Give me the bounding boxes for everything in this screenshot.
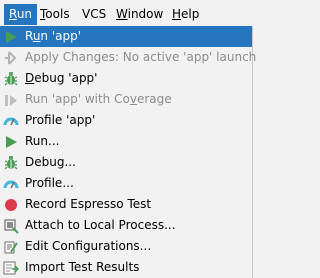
- run-play-icon: [3, 134, 19, 150]
- menu-item-debug-dialog[interactable]: Debug...: [0, 152, 252, 173]
- menu-item-edit-configurations[interactable]: Edit Configurations...: [0, 236, 252, 257]
- menu-item-label: Record Espresso Test: [25, 197, 152, 211]
- menu-item-profile-dialog[interactable]: Profile...: [0, 173, 252, 194]
- menu-tools[interactable]: Tools: [35, 4, 75, 25]
- edit-configurations-icon: [3, 239, 19, 255]
- menu-item-label: Run...: [25, 134, 60, 148]
- attach-process-icon: [3, 218, 19, 234]
- menu-item-label: Run 'app': [25, 29, 82, 43]
- apply-changes-icon: [3, 50, 19, 66]
- menu-help-mnemonic: H: [172, 7, 182, 21]
- menu-vcs-label: VCS: [82, 7, 107, 21]
- menu-item-label: Debug...: [25, 155, 76, 169]
- menu-window-mnemonic: W: [116, 7, 128, 21]
- menu-item-label: Attach to Local Process...: [25, 218, 176, 232]
- menu-window-label: indow: [127, 7, 164, 21]
- run-play-icon: [3, 29, 19, 45]
- menu-item-label: Edit Configurations...: [25, 239, 152, 253]
- menu-help[interactable]: Help: [167, 4, 204, 25]
- menu-run[interactable]: Run: [4, 4, 38, 25]
- coverage-icon: [3, 92, 19, 108]
- menu-window[interactable]: Window: [111, 4, 168, 25]
- menu-help-label: elp: [181, 7, 200, 21]
- menu-item-run-with-coverage[interactable]: Run 'app' with Coverage: [0, 89, 252, 110]
- menu-item-record-espresso-test[interactable]: Record Espresso Test: [0, 194, 252, 215]
- menu-item-attach-local-process[interactable]: Attach to Local Process...: [0, 215, 252, 236]
- menu-run-mnemonic: R: [9, 7, 17, 21]
- menu-item-run-app[interactable]: Run 'app': [0, 26, 252, 47]
- run-menu-dropdown: Run 'app' Apply Changes: No active 'app'…: [0, 26, 256, 278]
- menu-vcs[interactable]: VCS: [77, 4, 111, 25]
- profiler-gauge-icon: [3, 176, 19, 192]
- menu-item-apply-changes[interactable]: Apply Changes: No active 'app' launch: [0, 47, 256, 68]
- import-results-icon: [3, 260, 19, 276]
- menu-tools-label: ools: [45, 7, 70, 21]
- menu-item-run-dialog[interactable]: Run...: [0, 131, 252, 152]
- menu-item-import-test-results[interactable]: Import Test Results: [0, 257, 252, 278]
- menu-item-label: Debug 'app': [25, 71, 98, 85]
- menu-item-label: Apply Changes: No active 'app' launch: [25, 50, 257, 64]
- menu-item-debug-app[interactable]: Debug 'app': [0, 68, 252, 89]
- record-icon: [3, 197, 19, 213]
- menu-bar: Run Tools VCS Window Help: [0, 0, 254, 27]
- profiler-gauge-icon: [3, 113, 19, 129]
- debug-bug-icon: [3, 71, 19, 87]
- menu-item-profile-app[interactable]: Profile 'app': [0, 110, 252, 131]
- debug-bug-icon: [3, 155, 19, 171]
- menu-item-label: Run 'app' with Coverage: [25, 92, 172, 106]
- menu-item-label: Import Test Results: [25, 260, 140, 274]
- menu-item-label: Profile...: [25, 176, 74, 190]
- menu-run-label: un: [16, 7, 33, 21]
- menu-item-label: Profile 'app': [25, 113, 96, 127]
